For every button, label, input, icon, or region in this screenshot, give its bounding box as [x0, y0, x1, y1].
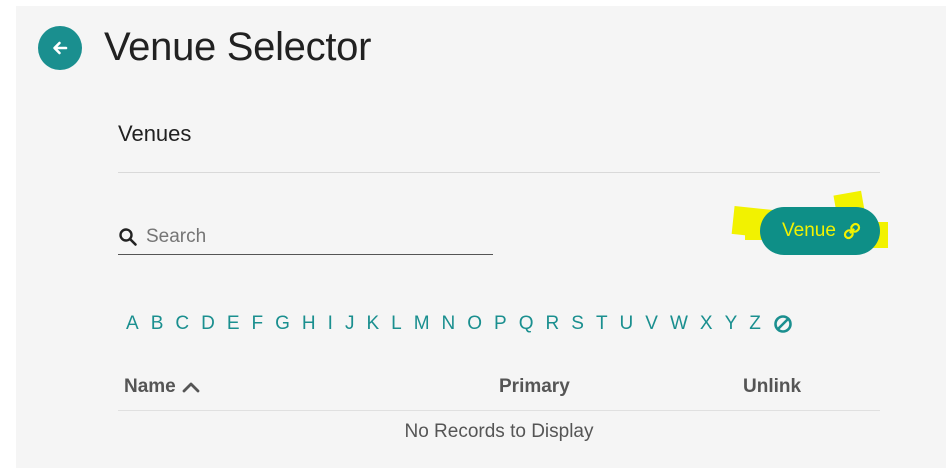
table-header: Name Primary Unlink [118, 370, 880, 411]
column-header-label: Unlink [743, 376, 802, 397]
page-header: Venue Selector [38, 25, 371, 70]
link-icon [842, 221, 862, 241]
alphabet-letter-y[interactable]: Y [725, 313, 738, 335]
alphabet-letter-i[interactable]: I [328, 313, 333, 335]
venue-button-label: Venue [782, 220, 836, 241]
alphabet-letter-z[interactable]: Z [749, 313, 761, 335]
alphabet-letter-a[interactable]: A [126, 313, 139, 335]
clear-filter-icon[interactable] [773, 314, 793, 334]
search-field[interactable] [118, 219, 493, 255]
column-header-label: Primary [499, 376, 570, 397]
column-header-unlink[interactable]: Unlink [743, 376, 801, 398]
alphabet-letter-g[interactable]: G [275, 313, 290, 335]
search-input[interactable] [146, 225, 476, 248]
alphabet-letter-k[interactable]: K [366, 313, 379, 335]
section-divider [118, 172, 880, 173]
alphabet-letter-t[interactable]: T [596, 313, 608, 335]
column-header-label: Name [124, 376, 176, 397]
back-button[interactable] [38, 25, 82, 70]
alphabet-letter-c[interactable]: C [175, 313, 189, 335]
alphabet-letter-f[interactable]: F [252, 313, 264, 335]
alphabet-letter-d[interactable]: D [201, 313, 215, 335]
alphabet-letter-m[interactable]: M [414, 313, 430, 335]
alphabet-letter-e[interactable]: E [227, 313, 240, 335]
alphabet-filter: ABCDEFGHIJKLMNOPQRSTUVWXYZ [126, 313, 793, 335]
chevron-up-icon [182, 382, 200, 393]
alphabet-letter-j[interactable]: J [345, 313, 355, 335]
alphabet-letter-p[interactable]: P [494, 313, 507, 335]
page-title: Venue Selector [104, 25, 372, 69]
alphabet-letter-l[interactable]: L [391, 313, 402, 335]
section-title: Venues [118, 121, 192, 146]
empty-table-message: No Records to Display [404, 421, 594, 442]
column-header-name[interactable]: Name [124, 376, 201, 398]
alphabet-letter-n[interactable]: N [442, 313, 456, 335]
arrow-left-icon [53, 41, 68, 54]
alphabet-letter-u[interactable]: U [620, 313, 634, 335]
alphabet-letter-q[interactable]: Q [519, 313, 534, 335]
alphabet-letter-w[interactable]: W [670, 313, 688, 335]
alphabet-letter-v[interactable]: V [645, 313, 658, 335]
alphabet-letter-b[interactable]: B [151, 313, 164, 335]
alphabet-letter-s[interactable]: S [571, 313, 584, 335]
search-icon [118, 227, 138, 247]
alphabet-letter-h[interactable]: H [302, 313, 316, 335]
alphabet-letter-x[interactable]: X [700, 313, 713, 335]
alphabet-letter-r[interactable]: R [546, 313, 560, 335]
alphabet-letter-o[interactable]: O [467, 313, 482, 335]
column-header-primary[interactable]: Primary [499, 376, 570, 398]
link-venue-button[interactable]: Venue [760, 207, 880, 255]
